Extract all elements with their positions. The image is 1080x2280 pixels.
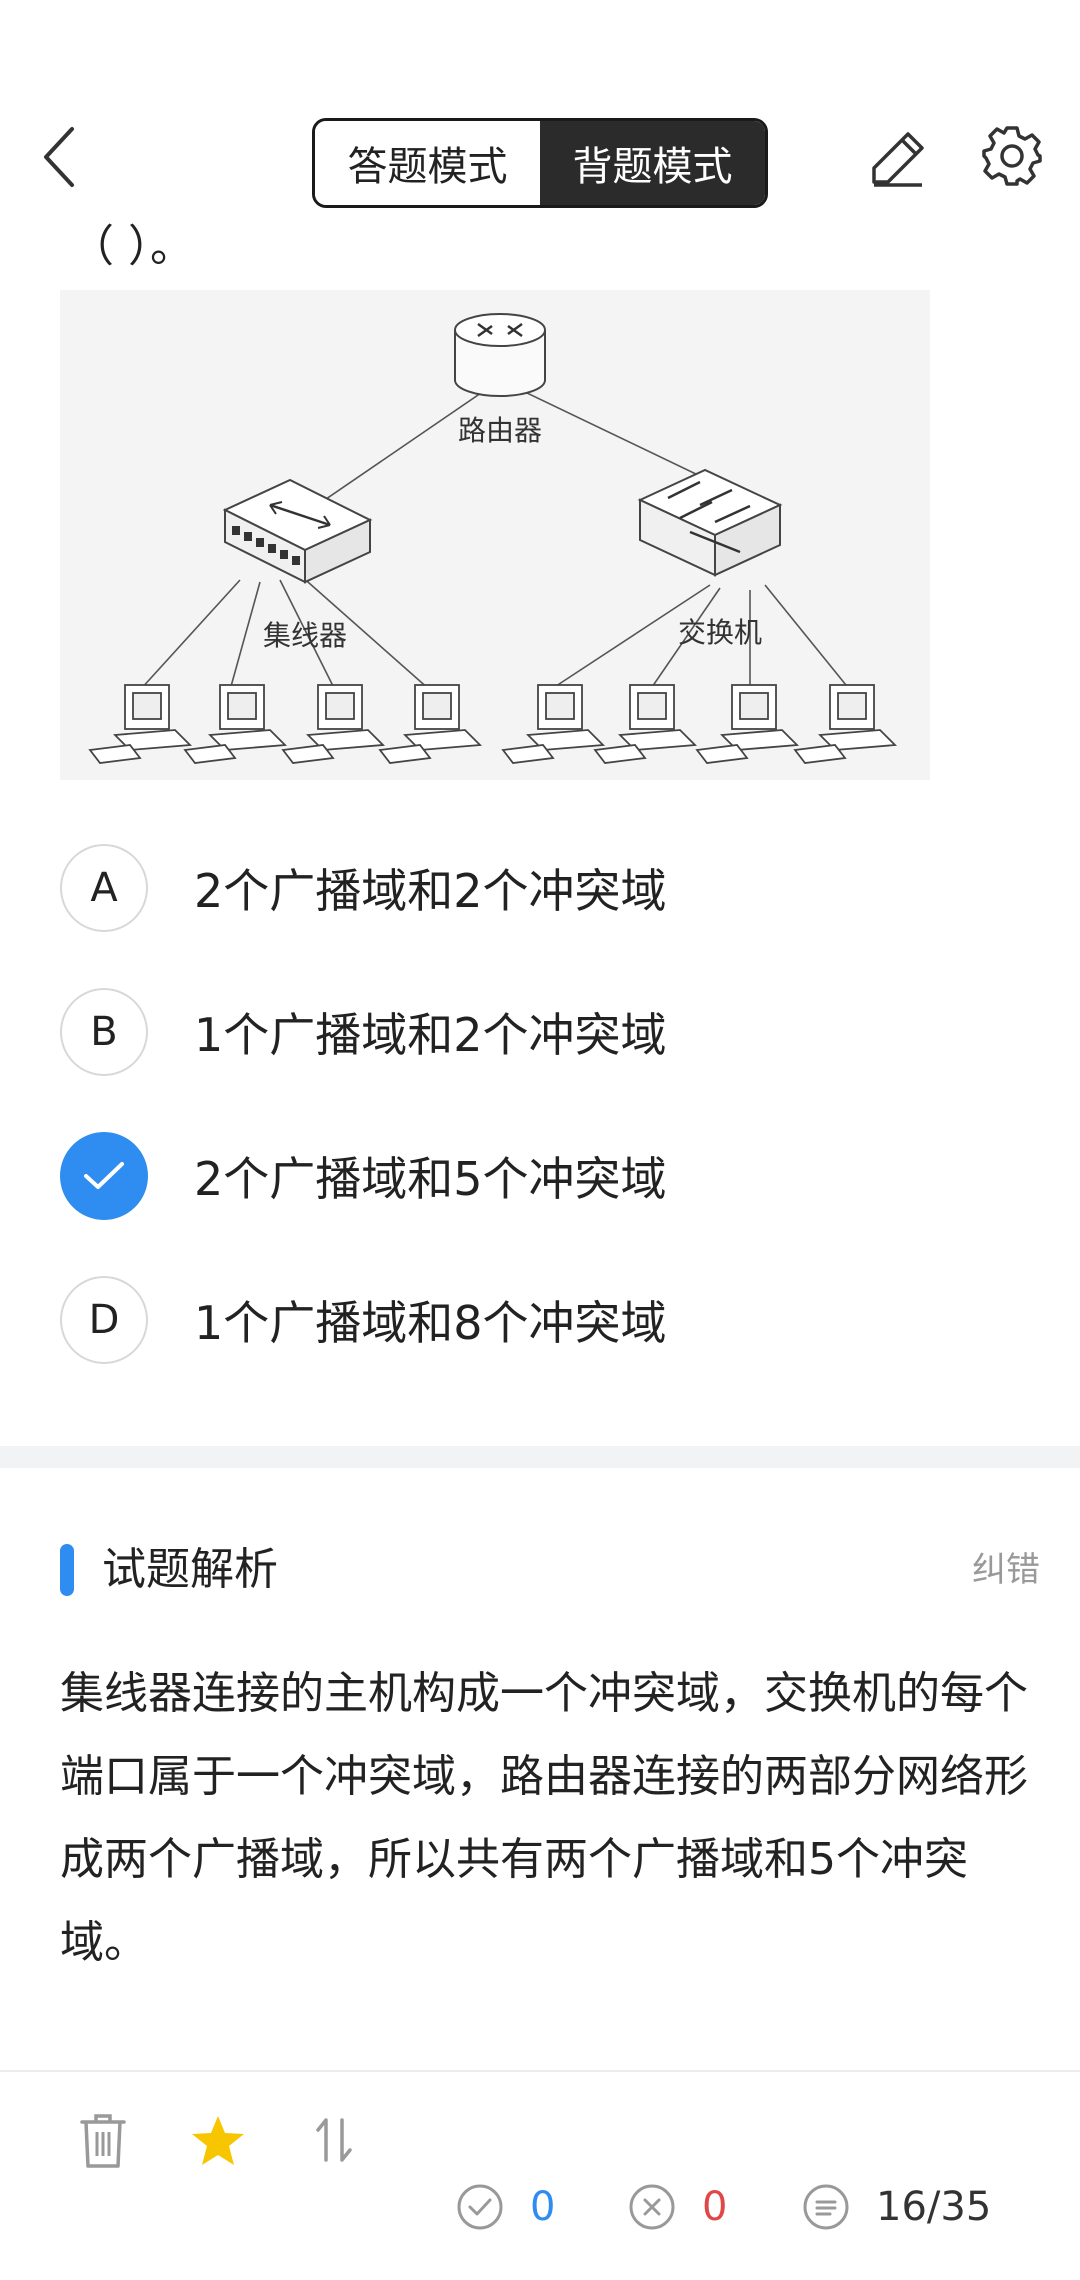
settings-button[interactable] <box>980 124 1044 188</box>
bottom-toolbar: 0 0 16/35 <box>0 2070 1080 2280</box>
computer-icon <box>695 684 800 764</box>
option-text: 1个广播域和8个冲突域 <box>194 1296 667 1350</box>
network-diagram: 路由器 集线器 交换机 <box>60 290 930 780</box>
tab-memorize-mode[interactable]: 背题模式 <box>540 121 765 205</box>
computer-icon <box>793 684 898 764</box>
hub-label: 集线器 <box>263 619 347 652</box>
progress-counter: 16/35 <box>876 2184 992 2230</box>
accent-bar <box>60 1544 74 1596</box>
router-label: 路由器 <box>458 414 542 447</box>
tab-answer-mode[interactable]: 答题模式 <box>315 121 540 205</box>
switch-label: 交换机 <box>678 616 762 649</box>
report-error-link[interactable]: 纠错 <box>972 1544 1040 1596</box>
mode-toggle: 答题模式 背题模式 <box>312 118 768 208</box>
option-letter: B <box>60 988 148 1076</box>
option-c[interactable]: 2个广播域和5个冲突域 <box>60 1131 1020 1221</box>
analysis-text: 集线器连接的主机构成一个冲突域，交换机的每个端口属于一个冲突域，路由器连接的两部… <box>60 1668 1028 1968</box>
gear-icon <box>982 126 1042 186</box>
back-button[interactable] <box>30 122 90 192</box>
computer-icon <box>281 684 386 764</box>
progress-stat[interactable]: 16/35 <box>802 2177 991 2237</box>
x-circle-icon <box>629 2184 675 2230</box>
computer-icon <box>88 684 193 764</box>
list-circle-icon <box>803 2184 849 2230</box>
check-circle-icon <box>457 2184 503 2230</box>
trash-icon <box>80 2114 126 2168</box>
edit-button[interactable] <box>868 128 928 188</box>
option-text: 2个广播域和2个冲突域 <box>194 864 667 918</box>
computer-icon <box>593 684 698 764</box>
computer-icon <box>183 684 288 764</box>
analysis-title: 试题解析 <box>102 1544 278 1595</box>
section-divider <box>0 1446 1080 1468</box>
option-selected-badge <box>60 1132 148 1220</box>
wrong-count-stat: 0 <box>628 2177 727 2237</box>
option-text: 2个广播域和5个冲突域 <box>194 1152 667 1206</box>
analysis-header: 试题解析 纠错 <box>60 1540 1040 1600</box>
option-d[interactable]: D 1个广播域和8个冲突域 <box>60 1275 1020 1365</box>
top-bar: 答题模式 背题模式 <box>0 110 1080 210</box>
star-icon <box>192 2116 244 2165</box>
sort-arrows-icon <box>316 2118 352 2162</box>
correct-count: 0 <box>530 2184 556 2230</box>
computer-icon <box>501 684 606 764</box>
hub-icon <box>222 478 373 584</box>
option-text: 1个广播域和2个冲突域 <box>194 1008 667 1062</box>
option-letter: A <box>60 844 148 932</box>
favorite-button[interactable] <box>190 2114 246 2172</box>
computer-icon <box>378 684 483 764</box>
option-b[interactable]: B 1个广播域和2个冲突域 <box>60 987 1020 1077</box>
checkmark-icon <box>84 1162 124 1189</box>
switch-icon <box>637 468 783 577</box>
sort-button[interactable] <box>314 2116 354 2168</box>
delete-button[interactable] <box>78 2112 128 2174</box>
chevron-left-icon <box>44 127 74 187</box>
correct-count-stat: 0 <box>456 2177 555 2237</box>
wrong-count: 0 <box>702 2184 728 2230</box>
router-icon <box>454 313 546 397</box>
option-a[interactable]: A 2个广播域和2个冲突域 <box>60 843 1020 933</box>
pencil-icon <box>872 132 924 187</box>
question-text: （ ）。 <box>70 221 194 272</box>
option-letter: D <box>60 1276 148 1364</box>
